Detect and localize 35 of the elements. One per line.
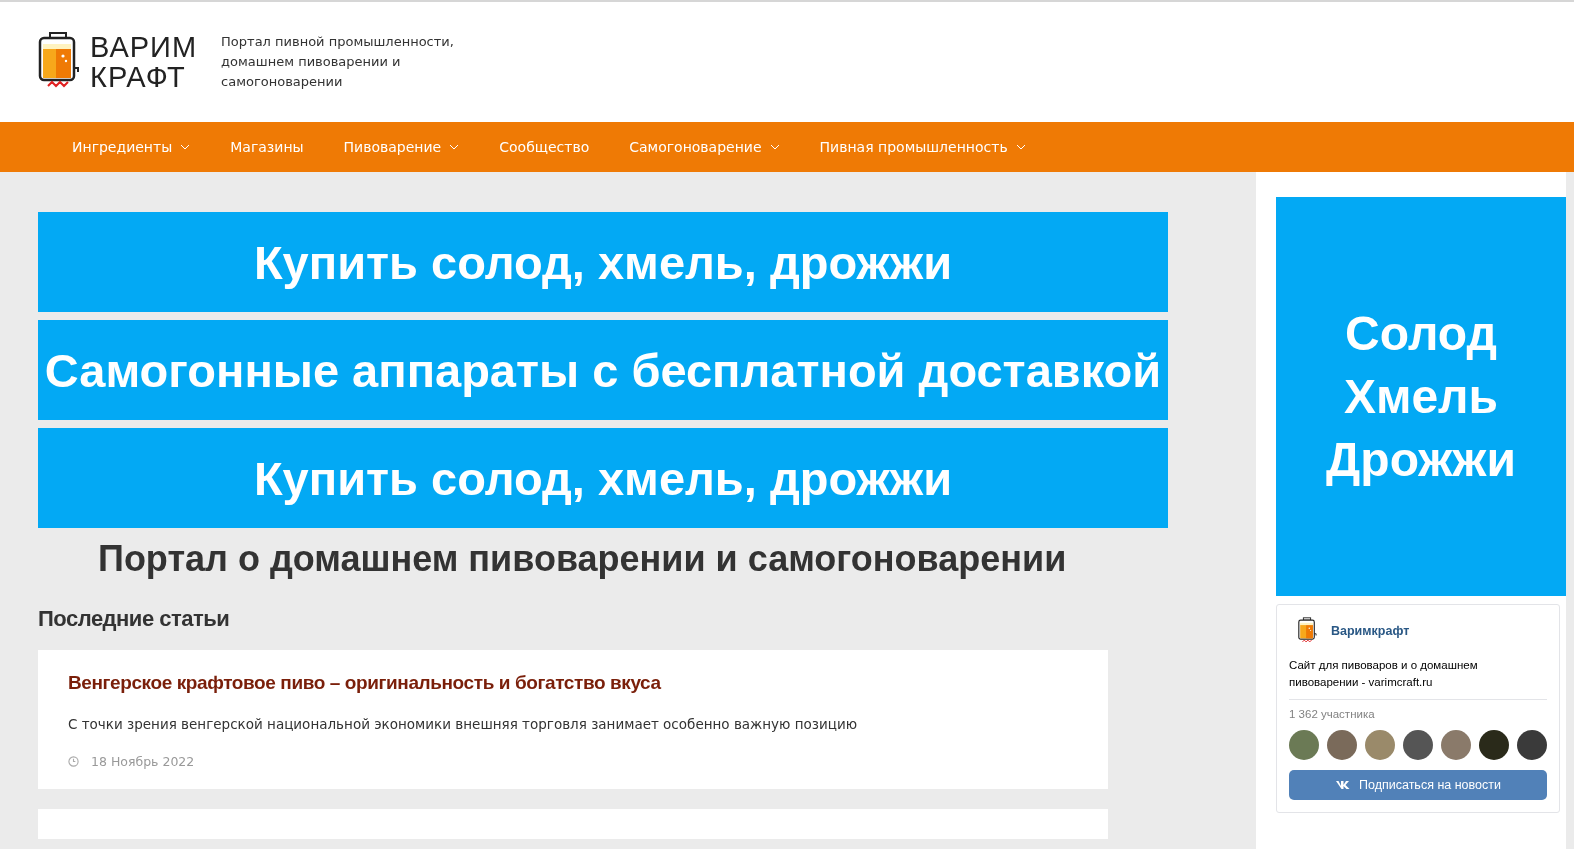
clock-icon (68, 756, 79, 767)
nav-menu-item[interactable]: Самогоноварение (629, 139, 780, 155)
banner-text: Хмель (1342, 369, 1500, 425)
group-description: Сайт для пивоваров и о домашнем пивоварении - varimcraft.ru (1289, 657, 1547, 700)
chevron-down-icon (769, 144, 780, 150)
chevron-down-icon (449, 144, 460, 150)
ad-banner[interactable]: Самогонные аппараты с бесплатной доставкой (38, 320, 1168, 420)
nav-menu-item[interactable]: Пивная промышленность (819, 139, 1026, 155)
nav-menu-item[interactable]: Магазины (230, 139, 304, 155)
article-date: 18 Ноябрь 2022 (91, 754, 195, 769)
nav-menu-item[interactable]: Ингредиенты (72, 139, 191, 155)
article-excerpt: С точки зрения венгерской национальной экономики внешняя торговля занимает особенно важную позицию (68, 716, 859, 732)
logo-text: КРАФТ (90, 62, 187, 92)
member-avatar[interactable] (1403, 730, 1433, 760)
subscribe-button[interactable]: Подписаться на новости (1289, 770, 1547, 800)
page-heading: Портал о домашнем пивоварении и самогоноварении (98, 538, 1068, 580)
sidebar-ad-banner[interactable]: Солод Хмель Дрожжи (1276, 197, 1566, 596)
chevron-down-icon (1015, 144, 1026, 150)
article-title-link[interactable]: Венгерское крафтовое пиво – оригинальность и богатство вкуса (68, 672, 1078, 694)
group-name-link[interactable]: Варимкрафт (1331, 624, 1410, 638)
site-tagline: Портал пивной промышленности, домашнем пивоварении и самогоноварении (221, 33, 455, 91)
vk-logo-icon (1335, 780, 1351, 790)
nav-menu-item[interactable]: Сообщество (499, 139, 590, 155)
ad-banner[interactable]: Купить солод, хмель, дрожжи (38, 428, 1168, 528)
members-count: 1 362 участника (1289, 708, 1376, 720)
chevron-down-icon (180, 144, 191, 150)
ad-banner[interactable]: Купить солод, хмель, дрожжи (38, 212, 1168, 312)
beer-keg-logo-icon (1297, 617, 1317, 645)
member-avatar[interactable] (1517, 730, 1547, 760)
banner-text: Солод (1344, 306, 1498, 362)
banner-text: Дрожжи (1326, 432, 1516, 488)
nav-menu-item[interactable]: Пивоварение (343, 139, 460, 155)
section-heading: Последние статьи (38, 606, 231, 632)
logo-text: ВАРИМ (90, 32, 198, 62)
member-avatar[interactable] (1479, 730, 1509, 760)
